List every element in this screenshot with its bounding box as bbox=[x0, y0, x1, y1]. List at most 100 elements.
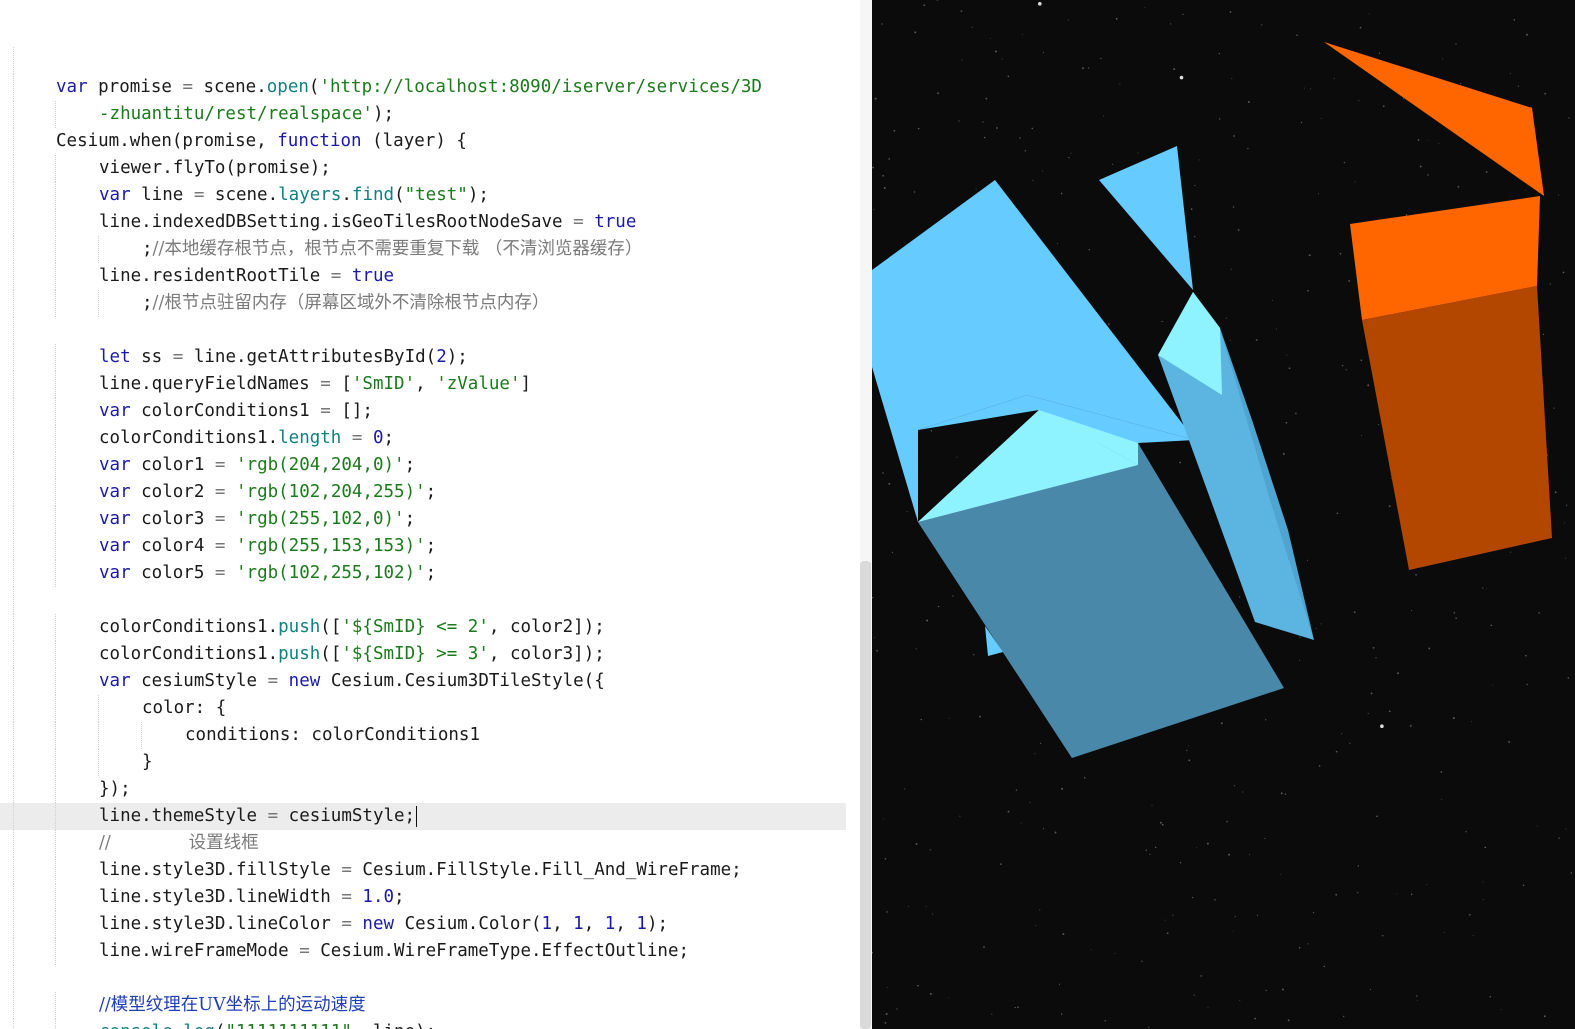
code-line[interactable] bbox=[0, 47, 860, 74]
code-line[interactable]: line.indexedDBSetting.isGeoTilesRootNode… bbox=[0, 209, 860, 236]
code-line[interactable]: colorConditions1.push(['${SmID} >= 3', c… bbox=[0, 641, 860, 668]
code-token: }); bbox=[99, 779, 131, 799]
code-line[interactable] bbox=[0, 587, 860, 614]
code-line[interactable]: var cesiumStyle = new Cesium.Cesium3DTil… bbox=[0, 668, 860, 695]
star-dot bbox=[1526, 33, 1528, 36]
star-dot bbox=[896, 1008, 898, 1010]
indent-guide bbox=[98, 722, 99, 749]
star-dot bbox=[1225, 317, 1227, 319]
code-line[interactable]: line.themeStyle = cesiumStyle; bbox=[0, 803, 846, 830]
code-line[interactable]: line.wireFrameMode = Cesium.WireFrameTyp… bbox=[0, 938, 860, 965]
star-dot bbox=[1137, 152, 1139, 154]
star-dot bbox=[1409, 724, 1412, 727]
star-dot bbox=[1231, 77, 1233, 79]
line-gutter bbox=[13, 425, 14, 452]
code-token: = bbox=[320, 374, 331, 394]
code-line[interactable]: Cesium.when(promise, function (layer) { bbox=[0, 128, 860, 155]
code-line[interactable]: viewer.flyTo(promise); bbox=[0, 155, 860, 182]
star-dot bbox=[1029, 802, 1031, 804]
star-dot bbox=[1198, 159, 1200, 161]
code-line[interactable]: conditions: colorConditions1 bbox=[0, 722, 860, 749]
code-line[interactable]: var promise = scene.open('http://localho… bbox=[0, 74, 860, 101]
indent-guide bbox=[55, 425, 56, 452]
code-line[interactable]: colorConditions1.push(['${SmID} <= 2', c… bbox=[0, 614, 860, 641]
code-line[interactable]: line.style3D.lineWidth = 1.0; bbox=[0, 884, 860, 911]
code-line[interactable]: // 设置线框 bbox=[0, 830, 860, 857]
star-dot bbox=[1443, 932, 1445, 934]
star-dot bbox=[1242, 791, 1244, 793]
code-line[interactable]: line.queryFieldNames = ['SmID', 'zValue'… bbox=[0, 371, 860, 398]
code-line-text: line.style3D.lineColor = new Cesium.Colo… bbox=[99, 911, 668, 938]
star-dot bbox=[925, 906, 927, 908]
code-line[interactable]: }); bbox=[0, 776, 860, 803]
code-line[interactable]: var color2 = 'rgb(102,204,255)'; bbox=[0, 479, 860, 506]
code-line[interactable]: var color5 = 'rgb(102,255,102)'; bbox=[0, 560, 860, 587]
code-line-text: var cesiumStyle = new Cesium.Cesium3DTil… bbox=[99, 668, 605, 695]
code-token: cesiumStyle bbox=[130, 671, 268, 691]
code-line[interactable]: console.log("1111111111", line); bbox=[0, 1019, 860, 1029]
code-line[interactable]: line.residentRootTile = true bbox=[0, 263, 860, 290]
code-line-text: -zhuantitu/rest/realspace'); bbox=[99, 101, 394, 128]
star-dot bbox=[1388, 710, 1391, 713]
star-dot bbox=[1179, 862, 1182, 864]
star-dot bbox=[1377, 424, 1380, 426]
code-token: = bbox=[214, 509, 226, 529]
code-line[interactable]: } bbox=[0, 749, 860, 776]
star-dot bbox=[1068, 156, 1070, 159]
editor-scrollbar-thumb[interactable] bbox=[860, 561, 871, 1029]
code-line[interactable] bbox=[0, 317, 860, 344]
code-token: 1.0 bbox=[362, 887, 395, 907]
star-dot bbox=[1280, 792, 1283, 795]
indent-guide bbox=[55, 641, 56, 668]
star-dot bbox=[1372, 647, 1375, 649]
code-line[interactable]: ;//根节点驻留内存（屏幕区域外不清除根节点内存） bbox=[0, 290, 860, 317]
star-dot bbox=[1508, 740, 1511, 743]
code-line-text: // 设置线框 bbox=[99, 830, 259, 857]
editor-scrollbar[interactable] bbox=[860, 0, 872, 1029]
star-dot bbox=[886, 986, 888, 988]
3d-scene-viewport[interactable] bbox=[872, 0, 1575, 1029]
star-dot bbox=[1070, 152, 1072, 154]
star-dot bbox=[948, 717, 950, 719]
code-line[interactable]: line.style3D.lineColor = new Cesium.Colo… bbox=[0, 911, 860, 938]
star-dot bbox=[1315, 628, 1317, 630]
star-dot bbox=[983, 136, 986, 139]
code-line[interactable]: var color1 = 'rgb(204,204,0)'; bbox=[0, 452, 860, 479]
code-line-text: var color3 = 'rgb(255,102,0)'; bbox=[99, 506, 415, 533]
star-dot bbox=[1148, 1026, 1150, 1028]
code-line[interactable]: //模型纹理在UV坐标上的运动速度 bbox=[0, 992, 860, 1019]
star-dot bbox=[1040, 742, 1042, 745]
star-dot bbox=[937, 605, 940, 608]
code-line[interactable]: var line = scene.layers.find("test"); bbox=[0, 182, 860, 209]
code-line[interactable]: ;//本地缓存根节点，根节点不需要重复下载 （不清浏览器缓存） bbox=[0, 236, 860, 263]
star-dot bbox=[1492, 684, 1494, 686]
code-line[interactable] bbox=[0, 965, 860, 992]
indent-guide bbox=[55, 452, 56, 479]
line-gutter bbox=[13, 560, 14, 587]
star-dot bbox=[1440, 771, 1443, 773]
star-dot bbox=[1161, 320, 1163, 323]
code-editor[interactable]: var promise = scene.open('http://localho… bbox=[0, 0, 872, 1029]
code-line[interactable]: var color3 = 'rgb(255,102,0)'; bbox=[0, 506, 860, 533]
code-token: log bbox=[183, 1022, 215, 1029]
star-dot bbox=[1405, 214, 1408, 216]
line-gutter bbox=[13, 533, 14, 560]
code-line[interactable]: colorConditions1.length = 0; bbox=[0, 425, 860, 452]
star-dot bbox=[1007, 75, 1010, 78]
star-dot bbox=[1057, 243, 1059, 245]
code-line[interactable]: color: { bbox=[0, 695, 860, 722]
code-line-text: var colorConditions1 = []; bbox=[99, 398, 373, 425]
star-dot bbox=[1349, 742, 1351, 744]
code-line[interactable]: line.style3D.fillStyle = Cesium.FillStyl… bbox=[0, 857, 860, 884]
code-token: = bbox=[341, 914, 352, 934]
code-line[interactable]: var color4 = 'rgb(255,153,153)'; bbox=[0, 533, 860, 560]
code-line[interactable]: let ss = line.getAttributesById(2); bbox=[0, 344, 860, 371]
star-dot bbox=[1104, 1019, 1106, 1022]
star-dot bbox=[1194, 185, 1196, 187]
star-dot bbox=[1357, 891, 1359, 894]
indent-guide bbox=[55, 533, 56, 560]
code-line[interactable]: var colorConditions1 = []; bbox=[0, 398, 860, 425]
star-dot bbox=[1061, 787, 1064, 790]
code-line[interactable]: -zhuantitu/rest/realspace'); bbox=[0, 101, 860, 128]
star-dot bbox=[1397, 672, 1399, 675]
